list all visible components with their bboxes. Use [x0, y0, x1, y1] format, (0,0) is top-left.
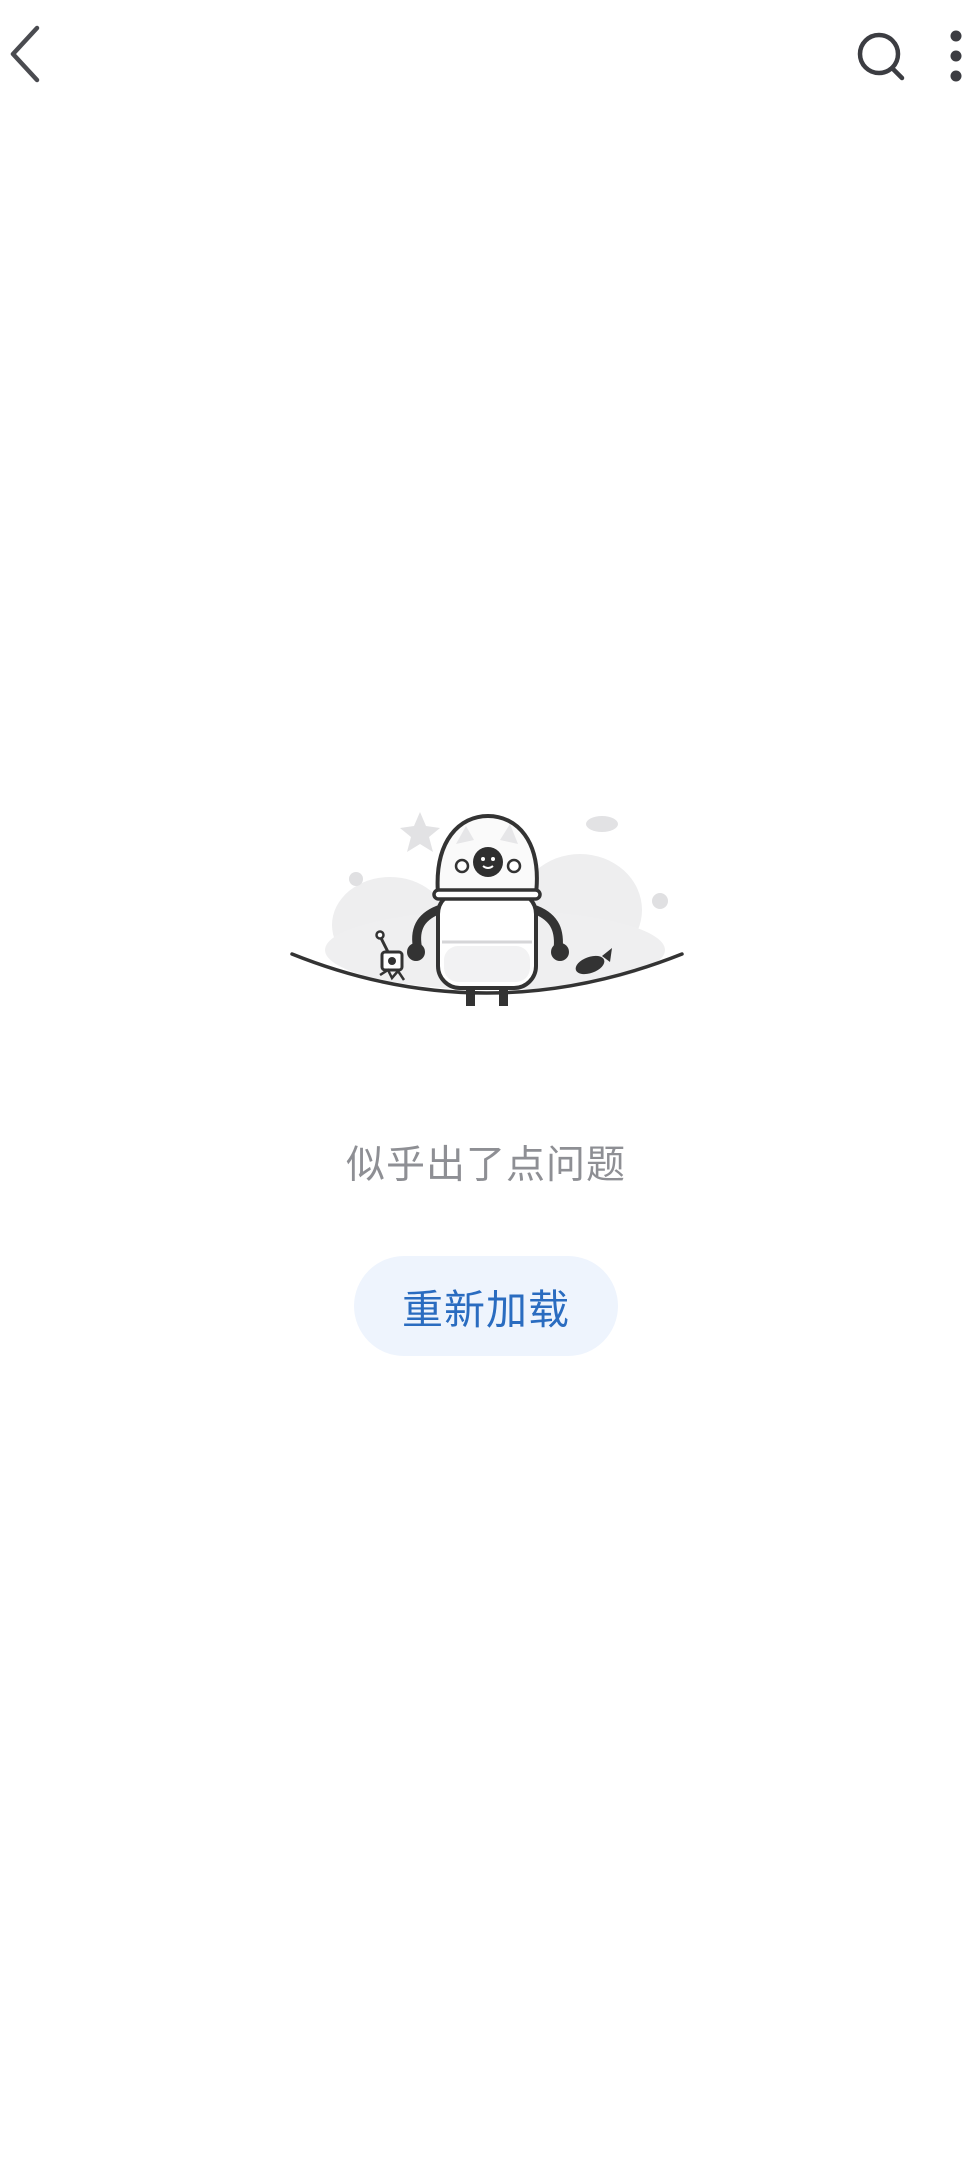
more-options-button[interactable]	[940, 24, 972, 88]
error-message: 似乎出了点问题	[345, 1143, 626, 1188]
back-button[interactable]	[0, 14, 50, 94]
more-vertical-icon	[950, 30, 962, 82]
robot-astronaut-icon	[290, 812, 684, 1006]
top-bar	[0, 0, 972, 120]
search-icon	[857, 32, 905, 81]
reload-button[interactable]: 重新加载	[354, 1256, 618, 1356]
error-illustration	[280, 800, 692, 1010]
chevron-left-icon	[10, 25, 40, 83]
search-button[interactable]	[852, 24, 912, 88]
